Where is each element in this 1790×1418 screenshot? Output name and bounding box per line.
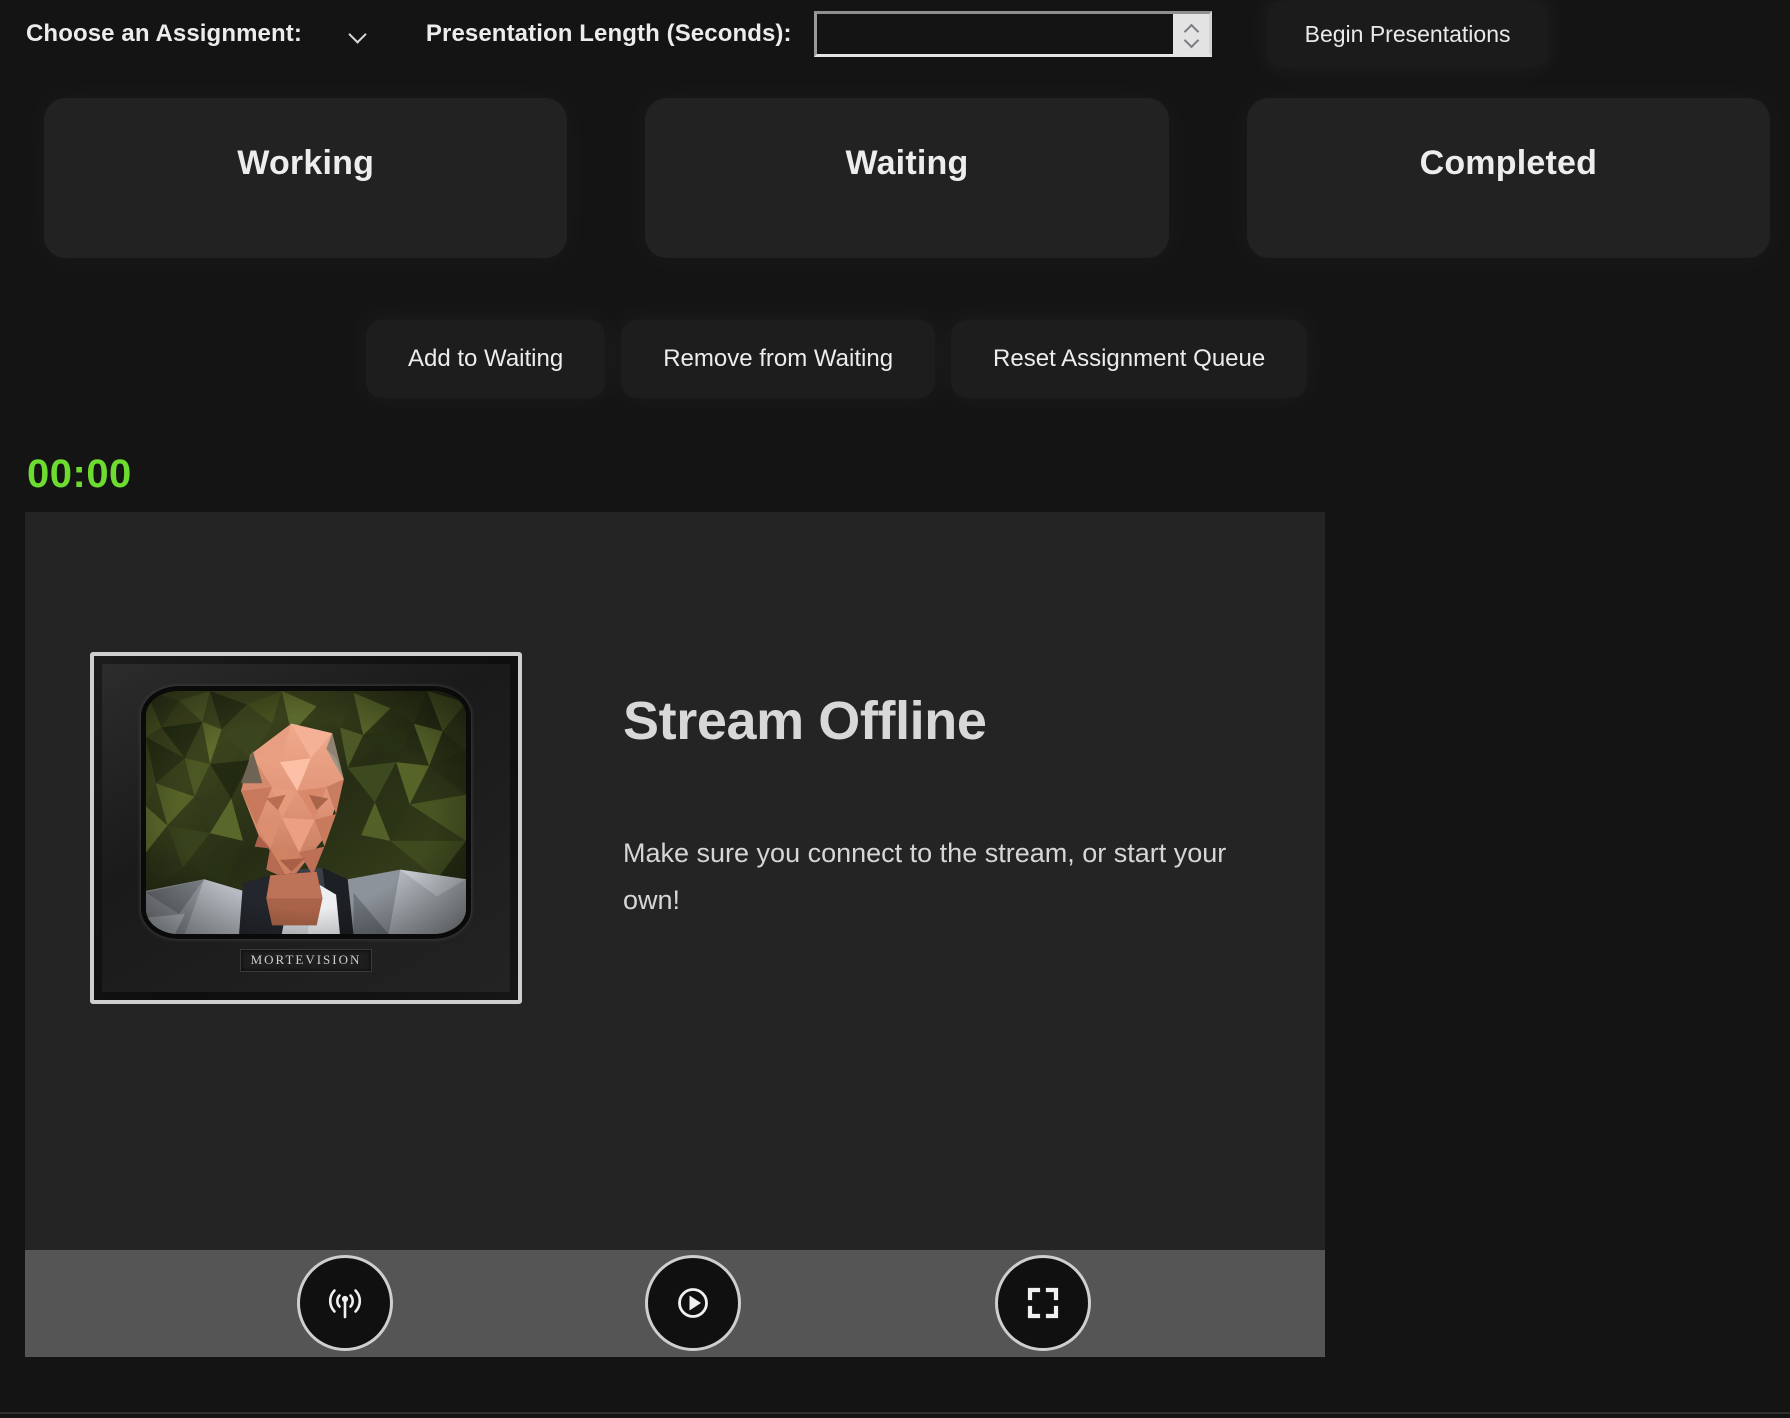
quantity-stepper[interactable] — [1172, 14, 1209, 54]
bottom-divider — [0, 1412, 1790, 1414]
presentation-length-label: Presentation Length (Seconds): — [425, 20, 792, 47]
add-to-waiting-button[interactable]: Add to Waiting — [366, 320, 606, 398]
status-column-completed[interactable]: Completed — [1246, 98, 1770, 258]
presentation-length-input[interactable] — [816, 14, 1173, 54]
chevron-up-icon[interactable] — [1184, 23, 1198, 32]
reset-assignment-queue-button[interactable]: Reset Assignment Queue — [951, 320, 1308, 398]
play-icon — [678, 1288, 708, 1318]
chevron-down-icon[interactable] — [1184, 37, 1198, 46]
status-column-title: Working — [237, 144, 375, 182]
begin-presentations-button[interactable]: Begin Presentations — [1266, 1, 1549, 67]
fullscreen-icon — [1027, 1287, 1059, 1319]
chevron-down-icon — [348, 24, 368, 44]
remove-from-waiting-button[interactable]: Remove from Waiting — [621, 320, 936, 398]
stream-player: MORTEVISION Stream Offline Make sure you… — [25, 512, 1325, 1357]
crt-tv-illustration: MORTEVISION — [90, 652, 522, 1004]
top-toolbar: Choose an Assignment: Presentation Lengt… — [0, 0, 1790, 68]
crt-tv-body: MORTEVISION — [102, 664, 510, 992]
assignment-select[interactable] — [302, 14, 392, 54]
fullscreen-button[interactable] — [995, 1255, 1091, 1351]
assignment-label: Choose an Assignment: — [26, 20, 302, 47]
broadcast-button[interactable] — [297, 1255, 393, 1351]
app-root: Choose an Assignment: Presentation Lengt… — [0, 0, 1790, 1418]
crt-tv-screen — [141, 686, 471, 939]
tv-brand-label: MORTEVISION — [239, 949, 373, 972]
stream-offline-subtitle: Make sure you connect to the stream, or … — [623, 838, 1227, 916]
status-columns: Working Waiting Completed — [44, 98, 1770, 258]
stream-offline-body: MORTEVISION Stream Offline Make sure you… — [25, 512, 1325, 1250]
status-column-title: Completed — [1419, 144, 1598, 182]
stream-offline-title: Stream Offline — [623, 691, 987, 751]
player-control-bar — [25, 1250, 1325, 1357]
status-column-working[interactable]: Working — [44, 98, 568, 258]
low-poly-portrait-image — [146, 691, 466, 934]
queue-actions: Add to Waiting Remove from Waiting Reset… — [366, 320, 1308, 398]
stream-offline-message-block: Stream Offline Make sure you connect to … — [623, 690, 1283, 925]
status-column-waiting[interactable]: Waiting — [645, 98, 1169, 258]
status-column-title: Waiting — [845, 144, 969, 182]
broadcast-icon — [328, 1289, 362, 1319]
presentation-length-field[interactable] — [813, 11, 1212, 57]
assignment-group: Choose an Assignment: — [26, 14, 392, 54]
presentation-timer: 00:00 — [27, 452, 132, 496]
presentation-length-group: Presentation Length (Seconds): — [426, 11, 1212, 57]
play-button[interactable] — [645, 1255, 741, 1351]
